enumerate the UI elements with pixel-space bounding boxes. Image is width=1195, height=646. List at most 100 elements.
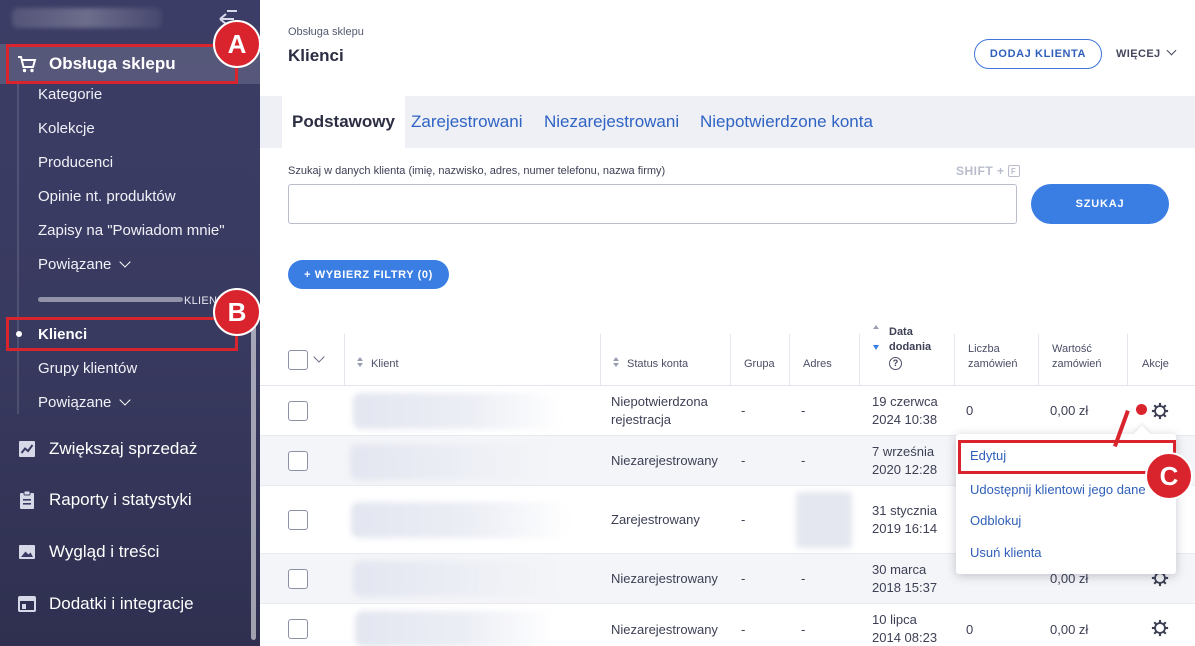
nav-zwiekszaj-sprzedaz[interactable]: Zwiększaj sprzedaż xyxy=(0,429,260,469)
status-cell: Niepotwierdzona rejestracja xyxy=(611,393,708,429)
menu-item-udostepnij[interactable]: Udostępnij klientowi jego dane xyxy=(970,482,1146,497)
add-client-button[interactable]: DODAJ KLIENTA xyxy=(974,39,1102,69)
sidebar-scrollbar[interactable] xyxy=(251,320,256,640)
search-label: Szukaj w danych klienta (imię, nazwisko,… xyxy=(288,165,666,177)
help-icon[interactable]: ? xyxy=(889,357,902,370)
date-text: 2019 16:14 xyxy=(872,521,938,536)
nav-powiazane-1[interactable]: Powiązane xyxy=(38,256,132,273)
address-cell: - xyxy=(801,453,806,468)
status-cell: Zarejestrowany xyxy=(611,512,700,527)
column-divider xyxy=(1127,334,1128,386)
more-menu-button[interactable]: WIĘCEJ xyxy=(1116,45,1177,60)
th-label: zamówień xyxy=(968,358,1018,370)
column-divider xyxy=(344,334,345,386)
nav-kolekcje[interactable]: Kolekcje xyxy=(38,120,95,137)
nav-powiazane-2[interactable]: Powiązane xyxy=(38,394,132,411)
nav-zapisy[interactable]: Zapisy na "Powiadom mnie" xyxy=(38,222,225,239)
column-divider xyxy=(789,334,790,386)
client-name-redacted[interactable] xyxy=(355,611,555,646)
client-name-redacted[interactable] xyxy=(353,561,558,597)
clipboard-icon xyxy=(20,490,34,509)
image-icon xyxy=(19,545,35,559)
app-window: Obsługa sklepu Kategorie Kolekcje Produc… xyxy=(0,0,1195,646)
gear-icon[interactable] xyxy=(1151,619,1169,637)
search-button[interactable]: SZUKAJ xyxy=(1031,184,1169,224)
annotation-box-b xyxy=(6,317,238,351)
shortcut-text: SHIFT + xyxy=(956,164,1005,178)
menu-item-usun[interactable]: Usuń klienta xyxy=(970,545,1042,560)
tab-zarejestrowani[interactable]: Zarejestrowani xyxy=(411,96,523,148)
column-divider xyxy=(730,334,731,386)
chevron-down-icon[interactable] xyxy=(313,351,325,363)
th-status[interactable]: Status konta xyxy=(613,357,688,372)
date-text: 31 stycznia xyxy=(872,503,938,518)
column-divider xyxy=(600,334,601,386)
sort-asc-icon xyxy=(873,325,879,329)
group-cell: - xyxy=(741,512,746,527)
th-actions: Akcje xyxy=(1142,358,1169,370)
select-all-checkbox[interactable] xyxy=(288,350,308,370)
th-label: Data xyxy=(889,326,913,338)
date-cell: 31 stycznia 2019 16:14 xyxy=(872,502,937,538)
breadcrumb[interactable]: Obsługa sklepu xyxy=(288,26,364,38)
table-row[interactable]: Niezarejestrowany - - 10 lipca 2014 08:23… xyxy=(260,604,1195,646)
sort-desc-icon xyxy=(873,345,879,350)
chevron-down-icon xyxy=(119,394,132,406)
client-name-redacted[interactable] xyxy=(351,502,571,538)
date-text: 30 marca xyxy=(872,562,927,577)
annotation-pointer-dot xyxy=(1136,404,1147,415)
menu-item-odblokuj[interactable]: Odblokuj xyxy=(970,513,1021,528)
date-text: 2020 12:28 xyxy=(872,462,938,477)
th-label: zamówień xyxy=(1052,358,1102,370)
search-input[interactable] xyxy=(288,184,1017,224)
column-divider xyxy=(954,334,955,386)
store-logo xyxy=(12,8,162,28)
nav-raporty[interactable]: Raporty i statystyki xyxy=(0,480,260,520)
nav-label: Dodatki i integracje xyxy=(49,594,194,613)
row-checkbox[interactable] xyxy=(288,569,308,589)
nav-kategorie[interactable]: Kategorie xyxy=(38,86,102,103)
group-cell: - xyxy=(741,453,746,468)
group-cell: - xyxy=(741,403,746,418)
nav-dodatki[interactable]: Dodatki i integracje xyxy=(0,584,260,624)
horizontal-scroll-thumb[interactable] xyxy=(38,297,183,302)
th-label: Klient xyxy=(371,358,399,370)
section-label: KLIEN xyxy=(184,295,218,307)
window-icon xyxy=(18,596,36,612)
address-cell: - xyxy=(801,403,806,418)
group-cell: - xyxy=(741,571,746,586)
keyboard-key-icon: F xyxy=(1007,165,1020,177)
address-redacted xyxy=(796,492,852,548)
client-name-redacted[interactable] xyxy=(350,444,550,480)
status-text: rejestracja xyxy=(611,412,671,427)
tab-niezarejestrowani[interactable]: Niezarejestrowani xyxy=(544,96,679,148)
choose-filters-button[interactable]: + WYBIERZ FILTRY (0) xyxy=(288,260,449,289)
gear-icon[interactable] xyxy=(1151,402,1169,420)
row-checkbox[interactable] xyxy=(288,451,308,471)
row-checkbox[interactable] xyxy=(288,619,308,639)
orders-value-cell: 0,00 zł xyxy=(1050,622,1089,637)
annotation-marker-a: A xyxy=(213,20,261,68)
nav-label: Powiązane xyxy=(38,256,112,273)
th-date[interactable]: Data dodania ? xyxy=(873,325,931,371)
chevron-down-icon xyxy=(119,256,132,268)
client-name-redacted[interactable] xyxy=(353,393,563,429)
status-cell: Niezarejestrowany xyxy=(611,622,718,637)
table-row[interactable]: Niepotwierdzona rejestracja - - 19 czerwc… xyxy=(260,386,1195,436)
th-client[interactable]: Klient xyxy=(357,357,399,372)
row-checkbox[interactable] xyxy=(288,510,308,530)
tab-podstawowy[interactable]: Podstawowy xyxy=(282,96,405,148)
nav-opinie[interactable]: Opinie nt. produktów xyxy=(38,188,176,205)
row-checkbox[interactable] xyxy=(288,401,308,421)
status-cell: Niezarejestrowany xyxy=(611,453,718,468)
nav-grupy-klientow[interactable]: Grupy klientów xyxy=(38,360,137,377)
th-group: Grupa xyxy=(744,358,775,370)
date-cell: 7 września 2020 12:28 xyxy=(872,443,937,479)
nav-producenci[interactable]: Producenci xyxy=(38,154,113,171)
nav-label: Zwiększaj sprzedaż xyxy=(49,439,198,458)
tab-niepotwierdzone[interactable]: Niepotwierdzone konta xyxy=(700,96,873,148)
column-divider xyxy=(859,334,860,386)
nav-wyglad[interactable]: Wygląd i treści xyxy=(0,532,260,572)
search-shortcut-hint: SHIFT + F xyxy=(956,164,1020,178)
nav-label: Powiązane xyxy=(38,394,112,411)
